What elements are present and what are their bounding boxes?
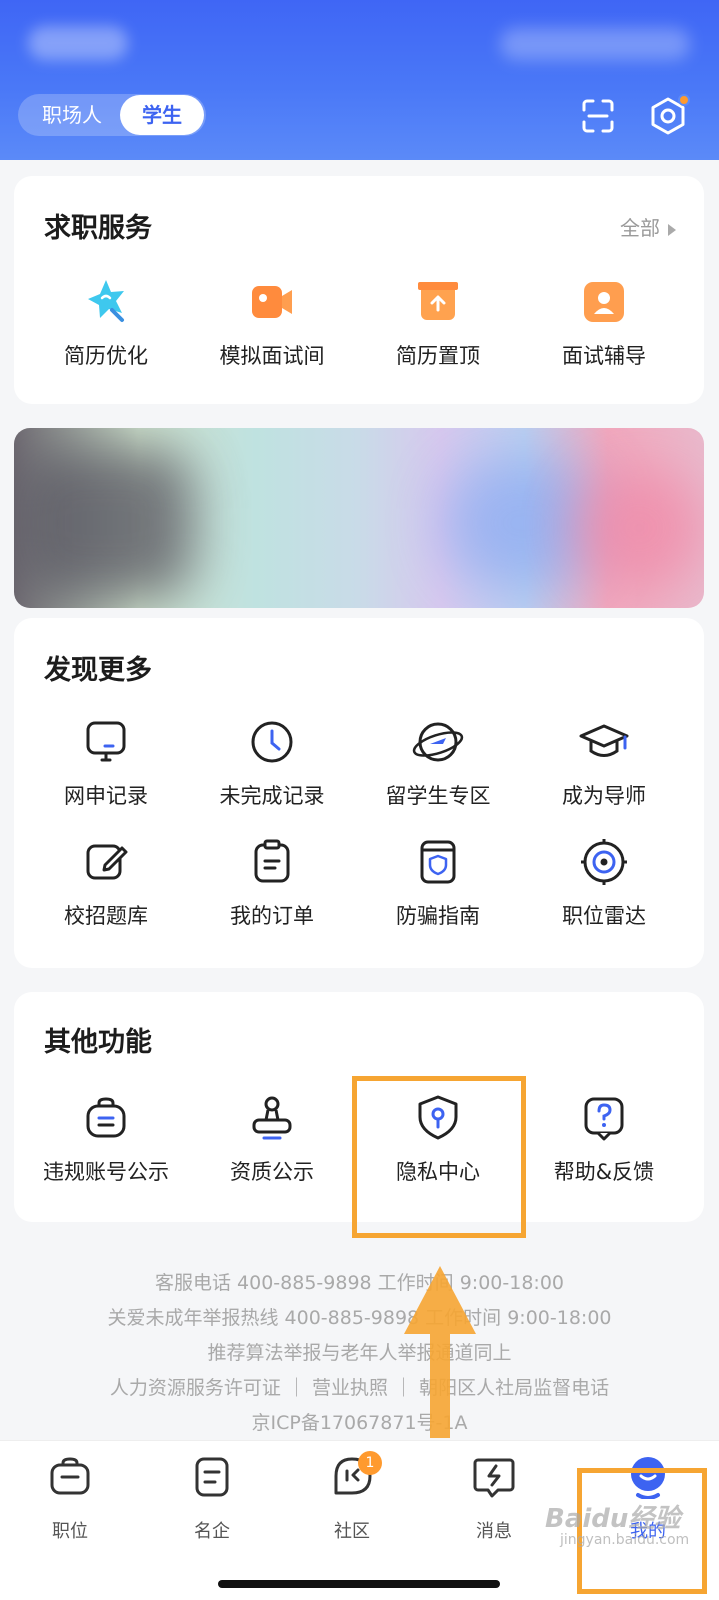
service-resume-optimize[interactable]: 简历优化 xyxy=(20,274,192,370)
highlight-box-privacy xyxy=(352,1076,526,1238)
service-resume-top[interactable]: 简历置顶 xyxy=(352,274,524,370)
help-icon xyxy=(584,1097,624,1141)
bag-icon xyxy=(86,1097,126,1138)
stamp-icon xyxy=(252,1096,292,1140)
discover-incomplete-records[interactable]: 未完成记录 xyxy=(186,714,358,810)
clipboard-icon xyxy=(254,839,290,883)
home-indicator xyxy=(218,1580,500,1588)
scan-icon[interactable] xyxy=(578,96,618,136)
shield-book-icon xyxy=(420,840,456,884)
view-all-link[interactable]: 全部 xyxy=(620,212,676,241)
mode-tab-student[interactable]: 学生 xyxy=(120,95,204,135)
other-violation-accounts[interactable]: 违规账号公示 xyxy=(20,1090,192,1186)
notification-dot xyxy=(678,94,690,106)
license-links[interactable]: 人力资源服务许可证 ｜ 营业执照 ｜ 朝阳区人社局监督电话 xyxy=(0,1371,719,1406)
discover-become-mentor[interactable]: 成为导师 xyxy=(518,714,690,810)
edit-icon xyxy=(86,844,128,880)
video-camera-icon xyxy=(252,286,292,318)
discover-anti-fraud-guide[interactable]: 防骗指南 xyxy=(352,834,524,930)
planet-plane-icon xyxy=(412,722,464,762)
briefcase-icon xyxy=(50,1457,90,1495)
discover-campus-question-bank[interactable]: 校招题库 xyxy=(20,834,192,930)
company-icon xyxy=(195,1457,229,1497)
blurred-username xyxy=(28,26,128,60)
section-title: 发现更多 xyxy=(44,655,152,686)
tab-community[interactable]: 1 社区 xyxy=(302,1451,402,1543)
service-interview-coach[interactable]: 面试辅导 xyxy=(518,274,690,370)
service-phone-line: 客服电话 400-885-9898 工作时间 9:00-18:00 xyxy=(155,1272,564,1294)
monitor-icon xyxy=(86,721,126,762)
box-up-icon xyxy=(418,282,458,320)
tab-messages[interactable]: 消息 xyxy=(444,1455,544,1543)
footer-info: 客服电话 400-885-9898 工作时间 9:00-18:00 关爱未成年举… xyxy=(0,1266,719,1441)
icp-line: 京ICP备17067871号-1A xyxy=(251,1412,468,1434)
discover-my-orders[interactable]: 我的订单 xyxy=(186,834,358,930)
discover-application-records[interactable]: 网申记录 xyxy=(20,714,192,810)
radar-icon xyxy=(581,839,627,885)
other-qualification-disclosure[interactable]: 资质公示 xyxy=(186,1090,358,1186)
blurred-info xyxy=(500,28,690,60)
watermark-logo: Baidu经验 xyxy=(545,1504,681,1534)
section-title: 其他功能 xyxy=(44,1027,152,1058)
other-help-feedback[interactable]: 帮助&反馈 xyxy=(518,1090,690,1186)
person-card-icon xyxy=(584,282,624,322)
mode-tab-worker[interactable]: 职场人 xyxy=(26,94,118,136)
section-title: 求职服务 xyxy=(44,213,152,244)
minor-hotline-line: 关爱未成年举报热线 400-885-9898 工作时间 9:00-18:00 xyxy=(107,1307,612,1329)
watermark-url: jingyan.baidu.com xyxy=(560,1532,690,1548)
graduation-cap-icon xyxy=(579,724,629,757)
star-brush-icon xyxy=(88,280,124,322)
discover-more-card: 发现更多 网申记录 未完成记录 留学生专区 成为导师 校招题库 我的订单 防骗指… xyxy=(14,618,704,968)
unread-badge: 1 xyxy=(358,1451,382,1475)
message-icon xyxy=(473,1458,515,1498)
promo-banner[interactable] xyxy=(14,428,704,608)
discover-job-radar[interactable]: 职位雷达 xyxy=(518,834,690,930)
algorithm-report-line: 推荐算法举报与老年人举报通道同上 xyxy=(207,1342,512,1364)
clock-icon xyxy=(251,721,293,763)
chevron-right-icon xyxy=(668,223,676,236)
job-services-card: 求职服务 全部 简历优化 模拟面试间 简历置顶 面试辅导 xyxy=(14,176,704,404)
mode-switch[interactable]: 职场人 学生 xyxy=(18,94,206,136)
arrow-up-icon xyxy=(404,1266,476,1438)
service-mock-interview[interactable]: 模拟面试间 xyxy=(186,274,358,370)
tab-companies[interactable]: 名企 xyxy=(162,1455,262,1543)
discover-overseas-students[interactable]: 留学生专区 xyxy=(352,714,524,810)
tab-jobs[interactable]: 职位 xyxy=(20,1455,120,1543)
top-header: 职场人 学生 xyxy=(0,0,719,160)
